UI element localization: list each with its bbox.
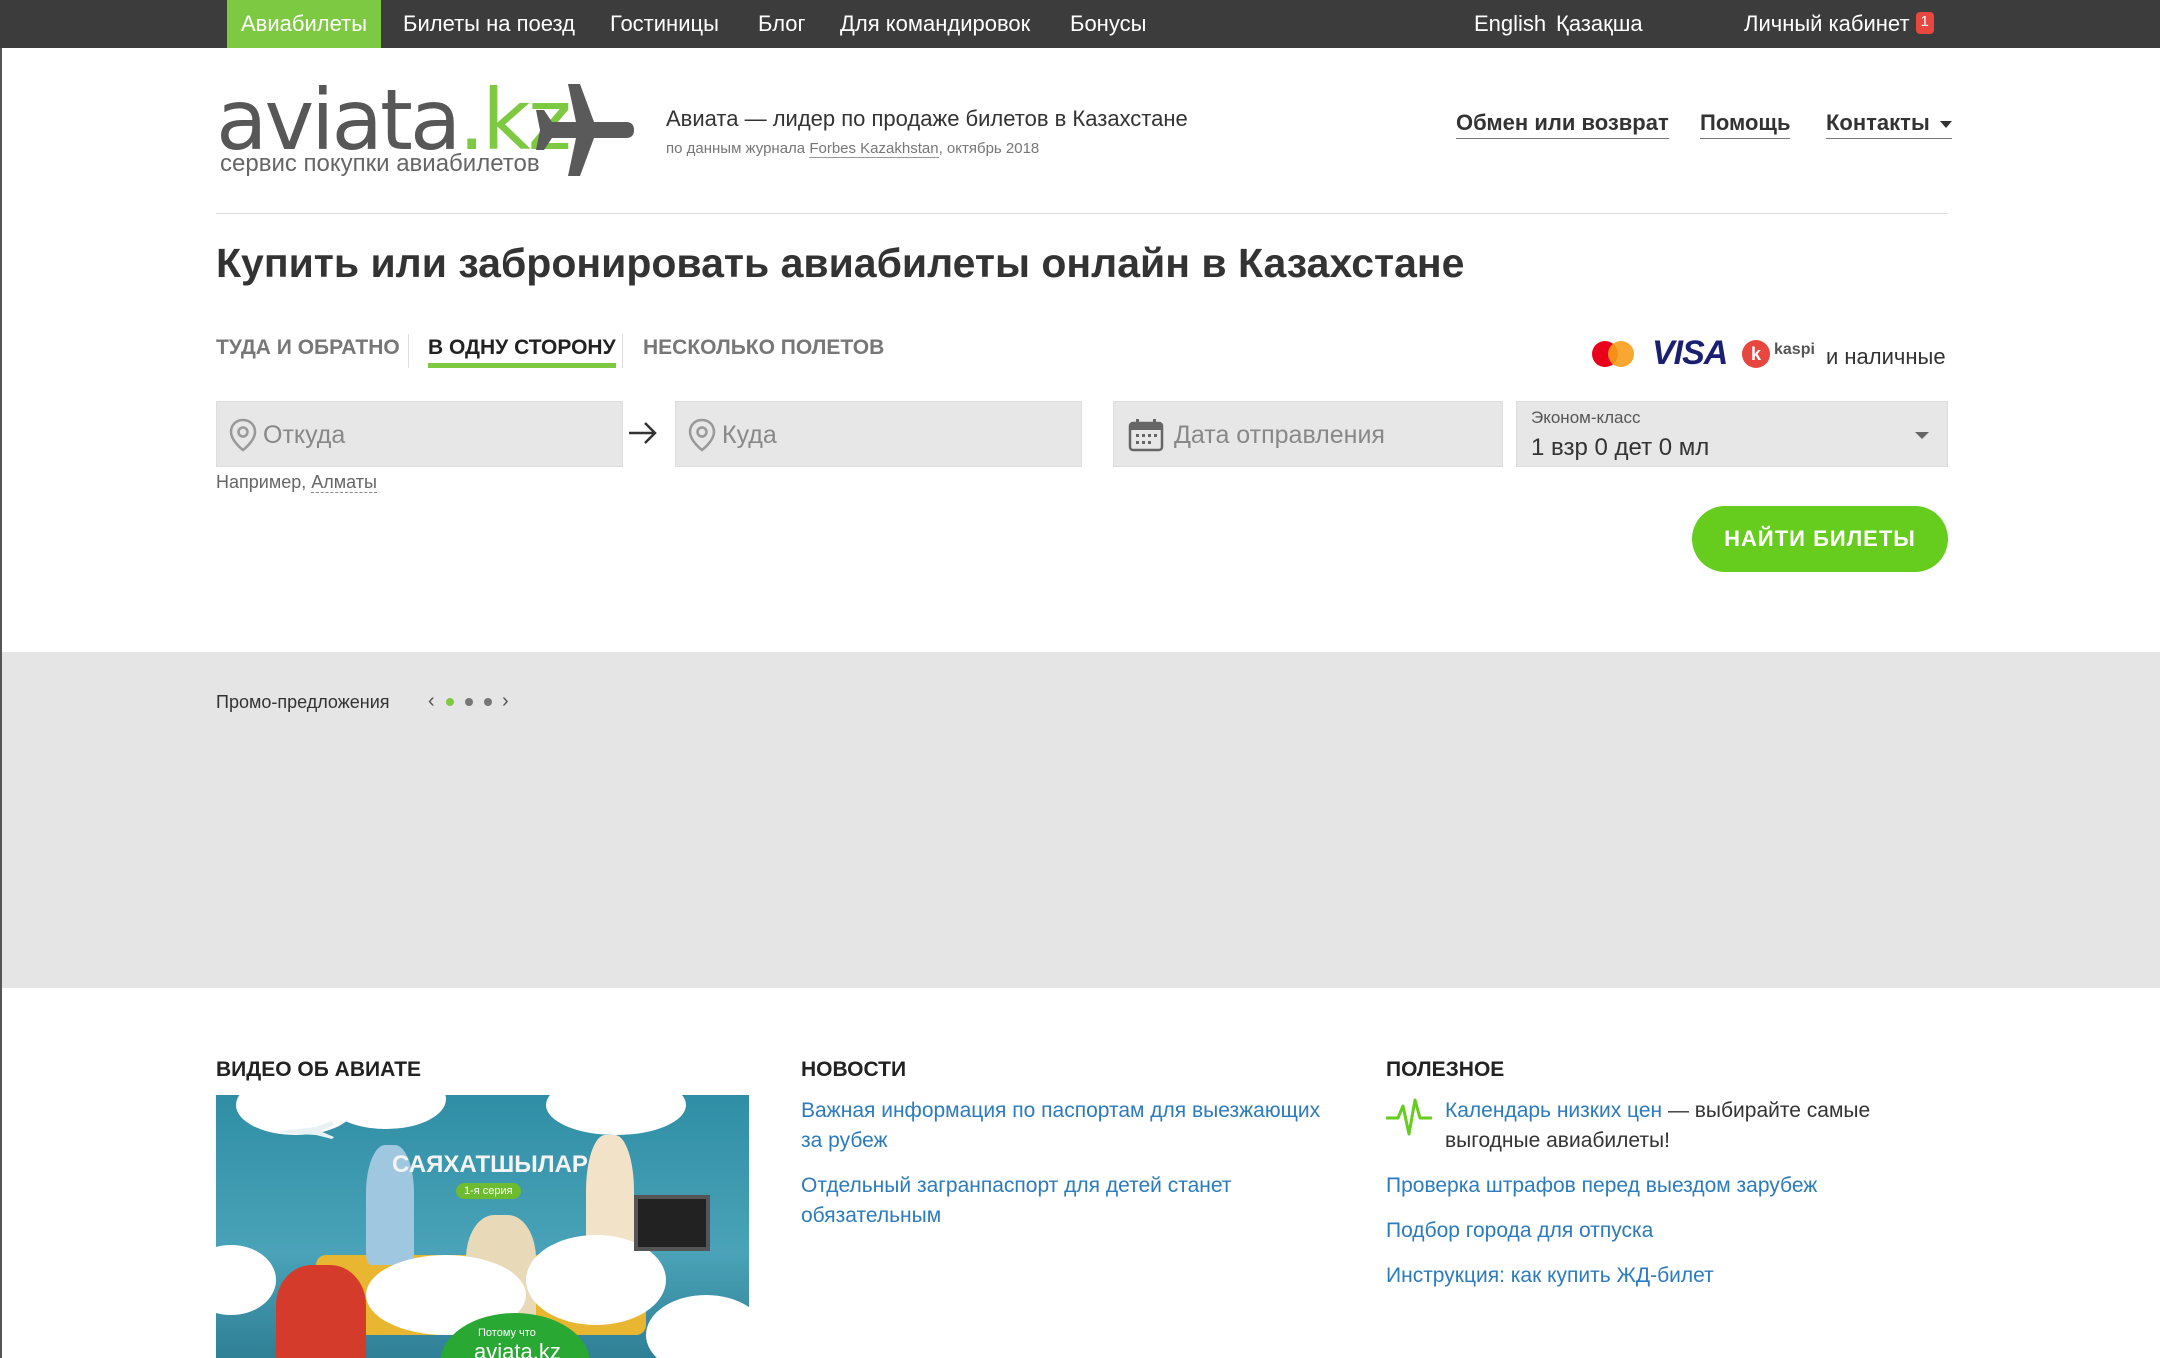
heartbeat-icon	[1386, 1098, 1432, 1136]
calendar-description-line2: выгодные авиабилеты!	[1445, 1129, 1670, 1152]
from-placeholder: Откуда	[263, 421, 346, 449]
lang-english[interactable]: English	[1474, 0, 1546, 48]
chevron-right-icon[interactable]: ›	[502, 690, 509, 713]
visa-icon: VISA	[1652, 334, 1728, 372]
chevron-left-icon[interactable]: ‹	[428, 690, 435, 713]
contacts-label: Контакты	[1826, 110, 1930, 135]
video-thumb-title: САЯХАТШЫЛАР	[392, 1151, 588, 1178]
news-link[interactable]: Отдельный загранпаспорт для детей станет…	[801, 1171, 1231, 1231]
nav-trains[interactable]: Билеты на поезд	[403, 0, 575, 48]
pager-dot[interactable]	[465, 698, 473, 706]
from-field[interactable]: Откуда	[216, 401, 623, 467]
lang-kazakh[interactable]: Қазақша	[1556, 0, 1643, 48]
to-placeholder: Куда	[722, 421, 777, 449]
forbes-link[interactable]: Forbes Kazakhstan	[809, 140, 939, 158]
news-link-line: за рубеж	[801, 1129, 888, 1152]
example-hint: Например, Алматы	[216, 472, 377, 493]
tab-separator	[408, 334, 409, 368]
to-field[interactable]: Куда	[675, 401, 1082, 467]
account-label: Личный кабинет	[1744, 11, 1910, 36]
top-navbar: Авиабилеты Билеты на поезд Гостиницы Бло…	[0, 0, 2160, 48]
exchange-refund-link[interactable]: Обмен или возврат	[1456, 110, 1669, 139]
video-section-title: Видео об Авиате	[216, 1058, 422, 1081]
useful-link[interactable]: Инструкция: как купить ЖД-билет	[1386, 1261, 1714, 1291]
pager-dot[interactable]	[446, 698, 454, 706]
passenger-count: 1 взр 0 дет 0 мл	[1531, 434, 1710, 461]
example-prefix: Например,	[216, 472, 307, 492]
video-thumb-pill: 1-я серия	[456, 1183, 521, 1199]
tab-separator	[622, 334, 623, 368]
tagline-source-suffix: , октябрь 2018	[938, 140, 1040, 157]
account-link[interactable]: Личный кабинет 1	[1744, 0, 1934, 48]
news-link-line: Отдельный загранпаспорт для детей станет	[801, 1174, 1232, 1197]
useful-link[interactable]: Проверка штрафов перед выездом зарубеж	[1386, 1171, 1817, 1201]
promo-wave-edge	[2, 980, 2160, 994]
chevron-down-icon	[1915, 432, 1929, 439]
news-link-line: Важная информация по паспортам для выезж…	[801, 1099, 1321, 1122]
tagline-source-prefix: по данным журнала	[666, 140, 806, 157]
logo-subtitle: сервис покупки авиабилетов	[220, 150, 540, 177]
date-placeholder: Дата отправления	[1174, 421, 1385, 449]
contacts-dropdown[interactable]: Контакты	[1826, 110, 1952, 139]
video-thumb-logo: aviata.kz	[474, 1339, 561, 1358]
tab-multi-city[interactable]: Несколько полетов	[643, 336, 884, 360]
useful-link[interactable]: Подбор города для отпуска	[1386, 1216, 1653, 1246]
tab-round-trip[interactable]: Туда и обратно	[216, 336, 400, 360]
location-pin-icon	[229, 418, 257, 452]
nav-business[interactable]: Для командировок	[840, 0, 1030, 48]
news-section-title: Новости	[801, 1058, 907, 1081]
location-pin-icon	[688, 418, 716, 452]
kaspi-icon: k	[1742, 340, 1770, 368]
account-badge: 1	[1915, 12, 1934, 35]
cabin-class: Эконом-класс	[1531, 408, 1641, 427]
tagline-source: по данным журнала Forbes Kazakhstan, окт…	[666, 140, 1040, 158]
video-thumb-small: Потому что	[478, 1327, 536, 1339]
departure-date-field[interactable]: Дата отправления	[1113, 401, 1503, 467]
promo-label: Промо-предложения	[216, 692, 390, 712]
video-thumbnail[interactable]: САЯХАТШЫЛАР 1-я серия Потому что aviata.…	[216, 1095, 749, 1358]
nav-blog[interactable]: Блог	[758, 0, 806, 48]
calendar-icon	[1128, 419, 1164, 452]
find-tickets-button[interactable]: Найти билеты	[1692, 506, 1948, 572]
passengers-select[interactable]: Эконом-класс 1 взр 0 дет 0 мл	[1516, 401, 1948, 467]
mastercard-icon	[1592, 341, 1640, 367]
help-link[interactable]: Помощь	[1700, 110, 1791, 139]
chevron-down-icon	[1939, 120, 1952, 128]
low-price-calendar-link[interactable]: Календарь низких цен	[1445, 1099, 1662, 1122]
example-city-link[interactable]: Алматы	[311, 472, 377, 493]
useful-calendar: Календарь низких цен — выбирайте самые в…	[1445, 1096, 1870, 1156]
pager-dot[interactable]	[484, 698, 492, 706]
arrow-right-icon[interactable]	[626, 418, 660, 448]
calendar-description: — выбирайте самые	[1662, 1099, 1871, 1122]
news-link[interactable]: Важная информация по паспортам для выезж…	[801, 1096, 1320, 1156]
kaspi-label: kaspi	[1774, 341, 1815, 358]
tab-one-way[interactable]: В одну сторону	[428, 336, 616, 368]
nav-hotels[interactable]: Гостиницы	[610, 0, 719, 48]
plane-icon	[536, 84, 634, 176]
useful-section-title: Полезное	[1386, 1058, 1505, 1081]
nav-flights[interactable]: Авиабилеты	[227, 0, 382, 48]
header-divider	[216, 213, 1948, 214]
nav-bonuses[interactable]: Бонусы	[1070, 0, 1146, 48]
plane-icon	[280, 1121, 334, 1139]
tagline: Авиата — лидер по продаже билетов в Каза…	[666, 106, 1188, 131]
page-title: Купить или забронировать авиабилеты онла…	[216, 240, 1465, 286]
news-link-line: обязательным	[801, 1204, 942, 1227]
cash-label: и наличные	[1826, 344, 1946, 369]
